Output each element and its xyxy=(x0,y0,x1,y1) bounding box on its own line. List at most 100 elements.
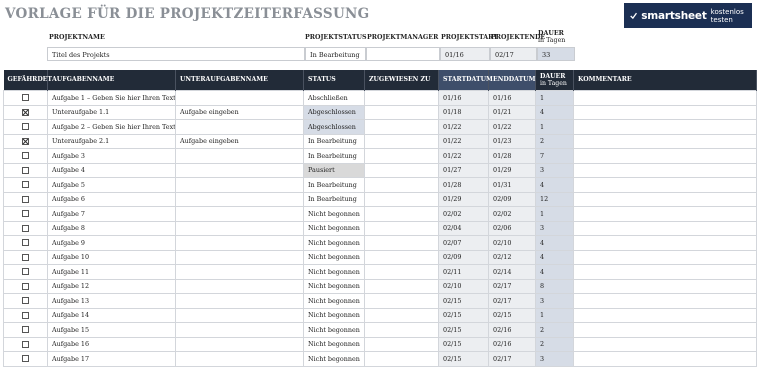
start-date-cell[interactable]: 01/18 xyxy=(438,104,489,120)
task-name-cell[interactable]: Aufgabe 2 – Geben Sie hier Ihren Text ei… xyxy=(47,119,176,135)
task-name-cell[interactable]: Aufgabe 16 xyxy=(47,336,176,352)
at-risk-cell[interactable] xyxy=(3,249,48,265)
end-date-cell[interactable]: 01/23 xyxy=(488,133,536,149)
status-cell[interactable]: Nicht begonnen xyxy=(303,235,365,251)
assigned-to-cell[interactable] xyxy=(364,351,439,367)
at-risk-cell[interactable] xyxy=(3,148,48,164)
at-risk-checkbox[interactable] xyxy=(22,355,29,363)
header-subtask-name[interactable]: UNTERAUFGABENNAME xyxy=(175,70,304,91)
start-date-cell[interactable]: 02/15 xyxy=(438,293,489,309)
project-name-field[interactable]: Titel des Projekts xyxy=(47,47,305,61)
comment-cell[interactable] xyxy=(573,249,757,265)
assigned-to-cell[interactable] xyxy=(364,177,439,193)
at-risk-checkbox[interactable] xyxy=(22,94,29,102)
assigned-to-cell[interactable] xyxy=(364,322,439,338)
at-risk-checkbox[interactable] xyxy=(22,253,29,261)
subtask-name-cell[interactable] xyxy=(175,278,304,294)
end-date-cell[interactable]: 02/12 xyxy=(488,249,536,265)
comment-cell[interactable] xyxy=(573,278,757,294)
at-risk-cell[interactable] xyxy=(3,293,48,309)
end-date-cell[interactable]: 02/14 xyxy=(488,264,536,280)
comment-cell[interactable] xyxy=(573,133,757,149)
at-risk-cell[interactable] xyxy=(3,104,48,120)
status-cell[interactable]: Nicht begonnen xyxy=(303,249,365,265)
task-name-cell[interactable]: Aufgabe 6 xyxy=(47,191,176,207)
subtask-name-cell[interactable] xyxy=(175,322,304,338)
status-cell[interactable]: Nicht begonnen xyxy=(303,264,365,280)
task-name-cell[interactable]: Aufgabe 15 xyxy=(47,322,176,338)
end-date-cell[interactable]: 02/15 xyxy=(488,307,536,323)
end-date-cell[interactable]: 02/02 xyxy=(488,206,536,222)
status-cell[interactable]: In Bearbeitung xyxy=(303,191,365,207)
comment-cell[interactable] xyxy=(573,322,757,338)
at-risk-checkbox[interactable] xyxy=(22,224,29,232)
subtask-name-cell[interactable] xyxy=(175,191,304,207)
status-cell[interactable]: Nicht begonnen xyxy=(303,351,365,367)
at-risk-cell[interactable] xyxy=(3,351,48,367)
end-date-cell[interactable]: 01/16 xyxy=(488,90,536,106)
comment-cell[interactable] xyxy=(573,148,757,164)
comment-cell[interactable] xyxy=(573,177,757,193)
start-date-cell[interactable]: 01/27 xyxy=(438,162,489,178)
at-risk-checkbox[interactable] xyxy=(22,108,29,116)
subtask-name-cell[interactable] xyxy=(175,235,304,251)
task-name-cell[interactable]: Aufgabe 17 xyxy=(47,351,176,367)
assigned-to-cell[interactable] xyxy=(364,133,439,149)
start-date-cell[interactable]: 02/10 xyxy=(438,278,489,294)
task-name-cell[interactable]: Aufgabe 8 xyxy=(47,220,176,236)
status-cell[interactable]: In Bearbeitung xyxy=(303,133,365,149)
comment-cell[interactable] xyxy=(573,191,757,207)
project-end-field[interactable]: 02/17 xyxy=(490,47,537,61)
at-risk-checkbox[interactable] xyxy=(22,297,29,305)
at-risk-cell[interactable] xyxy=(3,264,48,280)
task-name-cell[interactable]: Aufgabe 1 – Geben Sie hier Ihren Text ei… xyxy=(47,90,176,106)
start-date-cell[interactable]: 02/15 xyxy=(438,351,489,367)
at-risk-checkbox[interactable] xyxy=(22,311,29,319)
start-date-cell[interactable]: 02/11 xyxy=(438,264,489,280)
end-date-cell[interactable]: 01/29 xyxy=(488,162,536,178)
comment-cell[interactable] xyxy=(573,264,757,280)
project-manager-field[interactable] xyxy=(366,47,440,61)
at-risk-checkbox[interactable] xyxy=(22,181,29,189)
subtask-name-cell[interactable] xyxy=(175,351,304,367)
at-risk-checkbox[interactable] xyxy=(22,340,29,348)
status-cell[interactable]: In Bearbeitung xyxy=(303,177,365,193)
assigned-to-cell[interactable] xyxy=(364,119,439,135)
end-date-cell[interactable]: 01/22 xyxy=(488,119,536,135)
header-status[interactable]: STATUS xyxy=(303,70,365,91)
header-end-date[interactable]: ENDDATUM xyxy=(488,70,536,91)
start-date-cell[interactable]: 02/02 xyxy=(438,206,489,222)
assigned-to-cell[interactable] xyxy=(364,307,439,323)
header-duration[interactable]: DAUER in Tagen xyxy=(535,70,574,91)
at-risk-checkbox[interactable] xyxy=(22,137,29,145)
task-name-cell[interactable]: Aufgabe 10 xyxy=(47,249,176,265)
at-risk-checkbox[interactable] xyxy=(22,152,29,160)
at-risk-checkbox[interactable] xyxy=(22,268,29,276)
header-comments[interactable]: KOMMENTARE xyxy=(573,70,757,91)
status-cell[interactable]: Nicht begonnen xyxy=(303,220,365,236)
subtask-name-cell[interactable] xyxy=(175,177,304,193)
subtask-name-cell[interactable] xyxy=(175,336,304,352)
end-date-cell[interactable]: 02/09 xyxy=(488,191,536,207)
smartsheet-trial-button[interactable]: smartsheet kostenlos testen xyxy=(624,3,752,28)
status-cell[interactable]: Nicht begonnen xyxy=(303,278,365,294)
subtask-name-cell[interactable] xyxy=(175,162,304,178)
status-cell[interactable]: Abgeschlossen xyxy=(303,119,365,135)
assigned-to-cell[interactable] xyxy=(364,293,439,309)
assigned-to-cell[interactable] xyxy=(364,264,439,280)
at-risk-cell[interactable] xyxy=(3,336,48,352)
start-date-cell[interactable]: 01/22 xyxy=(438,119,489,135)
header-at-risk[interactable]: GEFÄHRDET xyxy=(3,70,52,91)
assigned-to-cell[interactable] xyxy=(364,278,439,294)
subtask-name-cell[interactable] xyxy=(175,293,304,309)
at-risk-cell[interactable] xyxy=(3,191,48,207)
assigned-to-cell[interactable] xyxy=(364,162,439,178)
start-date-cell[interactable]: 01/22 xyxy=(438,133,489,149)
start-date-cell[interactable]: 02/04 xyxy=(438,220,489,236)
status-cell[interactable]: Nicht begonnen xyxy=(303,307,365,323)
start-date-cell[interactable]: 01/29 xyxy=(438,191,489,207)
at-risk-checkbox[interactable] xyxy=(22,282,29,290)
assigned-to-cell[interactable] xyxy=(364,148,439,164)
assigned-to-cell[interactable] xyxy=(364,206,439,222)
end-date-cell[interactable]: 02/06 xyxy=(488,220,536,236)
